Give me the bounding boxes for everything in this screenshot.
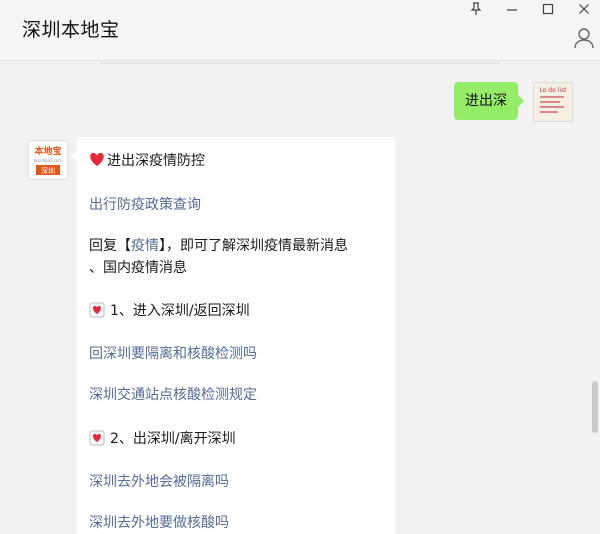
link-travel-policy[interactable]: 出行防疫政策查询 bbox=[89, 194, 201, 214]
window-title: 深圳本地宝 bbox=[22, 19, 120, 41]
section-enter-shenzhen: 1、进入深圳/返回深圳 bbox=[89, 300, 250, 320]
reply-instruction: 回复【疫情】，即可了解深圳疫情最新消息 bbox=[89, 235, 348, 255]
scrollbar-thumb[interactable] bbox=[592, 381, 598, 433]
reply-instruction-cont: 、国内疫情消息 bbox=[89, 260, 187, 276]
minimize-icon bbox=[507, 9, 517, 11]
logo-mid-text: bendibao.com bbox=[34, 158, 62, 163]
link-testing-outbound[interactable]: 深圳去外地要做核酸吗 bbox=[89, 512, 229, 532]
reply-heading: 进出深疫情防控 bbox=[89, 150, 205, 170]
reply-suffix: 】，即可了解深圳疫情最新消息 bbox=[159, 238, 348, 254]
divider bbox=[100, 62, 500, 64]
section-enter-text: 1、进入深圳/返回深圳 bbox=[110, 303, 250, 319]
link-quarantine-return[interactable]: 回深圳要隔离和核酸检测吗 bbox=[89, 343, 257, 363]
my-avatar[interactable]: Lo do list bbox=[533, 82, 573, 122]
reply-heading-text: 进出深疫情防控 bbox=[107, 153, 205, 169]
close-icon bbox=[579, 4, 589, 14]
heart-letter-icon bbox=[89, 430, 105, 446]
outgoing-message[interactable]: 进出深 bbox=[454, 82, 524, 120]
heart-icon bbox=[90, 152, 104, 166]
chat-info-button[interactable] bbox=[572, 26, 598, 50]
logo-top-text: 本地宝 bbox=[34, 145, 61, 157]
avatar-image: Lo do list bbox=[534, 83, 572, 121]
section-leave-text: 2、出深圳/离开深圳 bbox=[110, 431, 236, 447]
avatar-text: Lo do list bbox=[539, 87, 567, 94]
person-icon bbox=[574, 28, 594, 49]
official-account-avatar[interactable]: 本地宝 bendibao.com 深圳 bbox=[28, 140, 68, 180]
logo-bottom-text: 深圳 bbox=[41, 166, 55, 175]
section-leave-shenzhen: 2、出深圳/离开深圳 bbox=[89, 428, 236, 448]
incoming-message: 进出深疫情防控 出行防疫政策查询 回复【疫情】，即可了解深圳疫情最新消息 、国内… bbox=[71, 137, 395, 534]
maximize-button[interactable] bbox=[534, 0, 562, 18]
chat-area: 进出深 Lo do list 本地宝 bendibao.com 深圳 进出深疫情… bbox=[0, 61, 600, 534]
outgoing-message-text: 进出深 bbox=[465, 93, 507, 109]
heart-letter-icon bbox=[89, 302, 105, 318]
link-station-testing[interactable]: 深圳交通站点核酸检测规定 bbox=[89, 384, 257, 404]
bendibao-logo: 本地宝 bendibao.com 深圳 bbox=[29, 141, 67, 179]
link-quarantine-outbound[interactable]: 深圳去外地会被隔离吗 bbox=[89, 471, 229, 491]
pin-button[interactable] bbox=[462, 0, 490, 18]
close-button[interactable] bbox=[570, 0, 598, 18]
pin-icon bbox=[470, 2, 482, 15]
keyword-link[interactable]: 疫情 bbox=[131, 238, 159, 254]
maximize-icon bbox=[542, 3, 554, 15]
title-bar: 深圳本地宝 bbox=[0, 0, 600, 61]
reply-prefix: 回复【 bbox=[89, 238, 131, 254]
minimize-button[interactable] bbox=[498, 0, 526, 18]
